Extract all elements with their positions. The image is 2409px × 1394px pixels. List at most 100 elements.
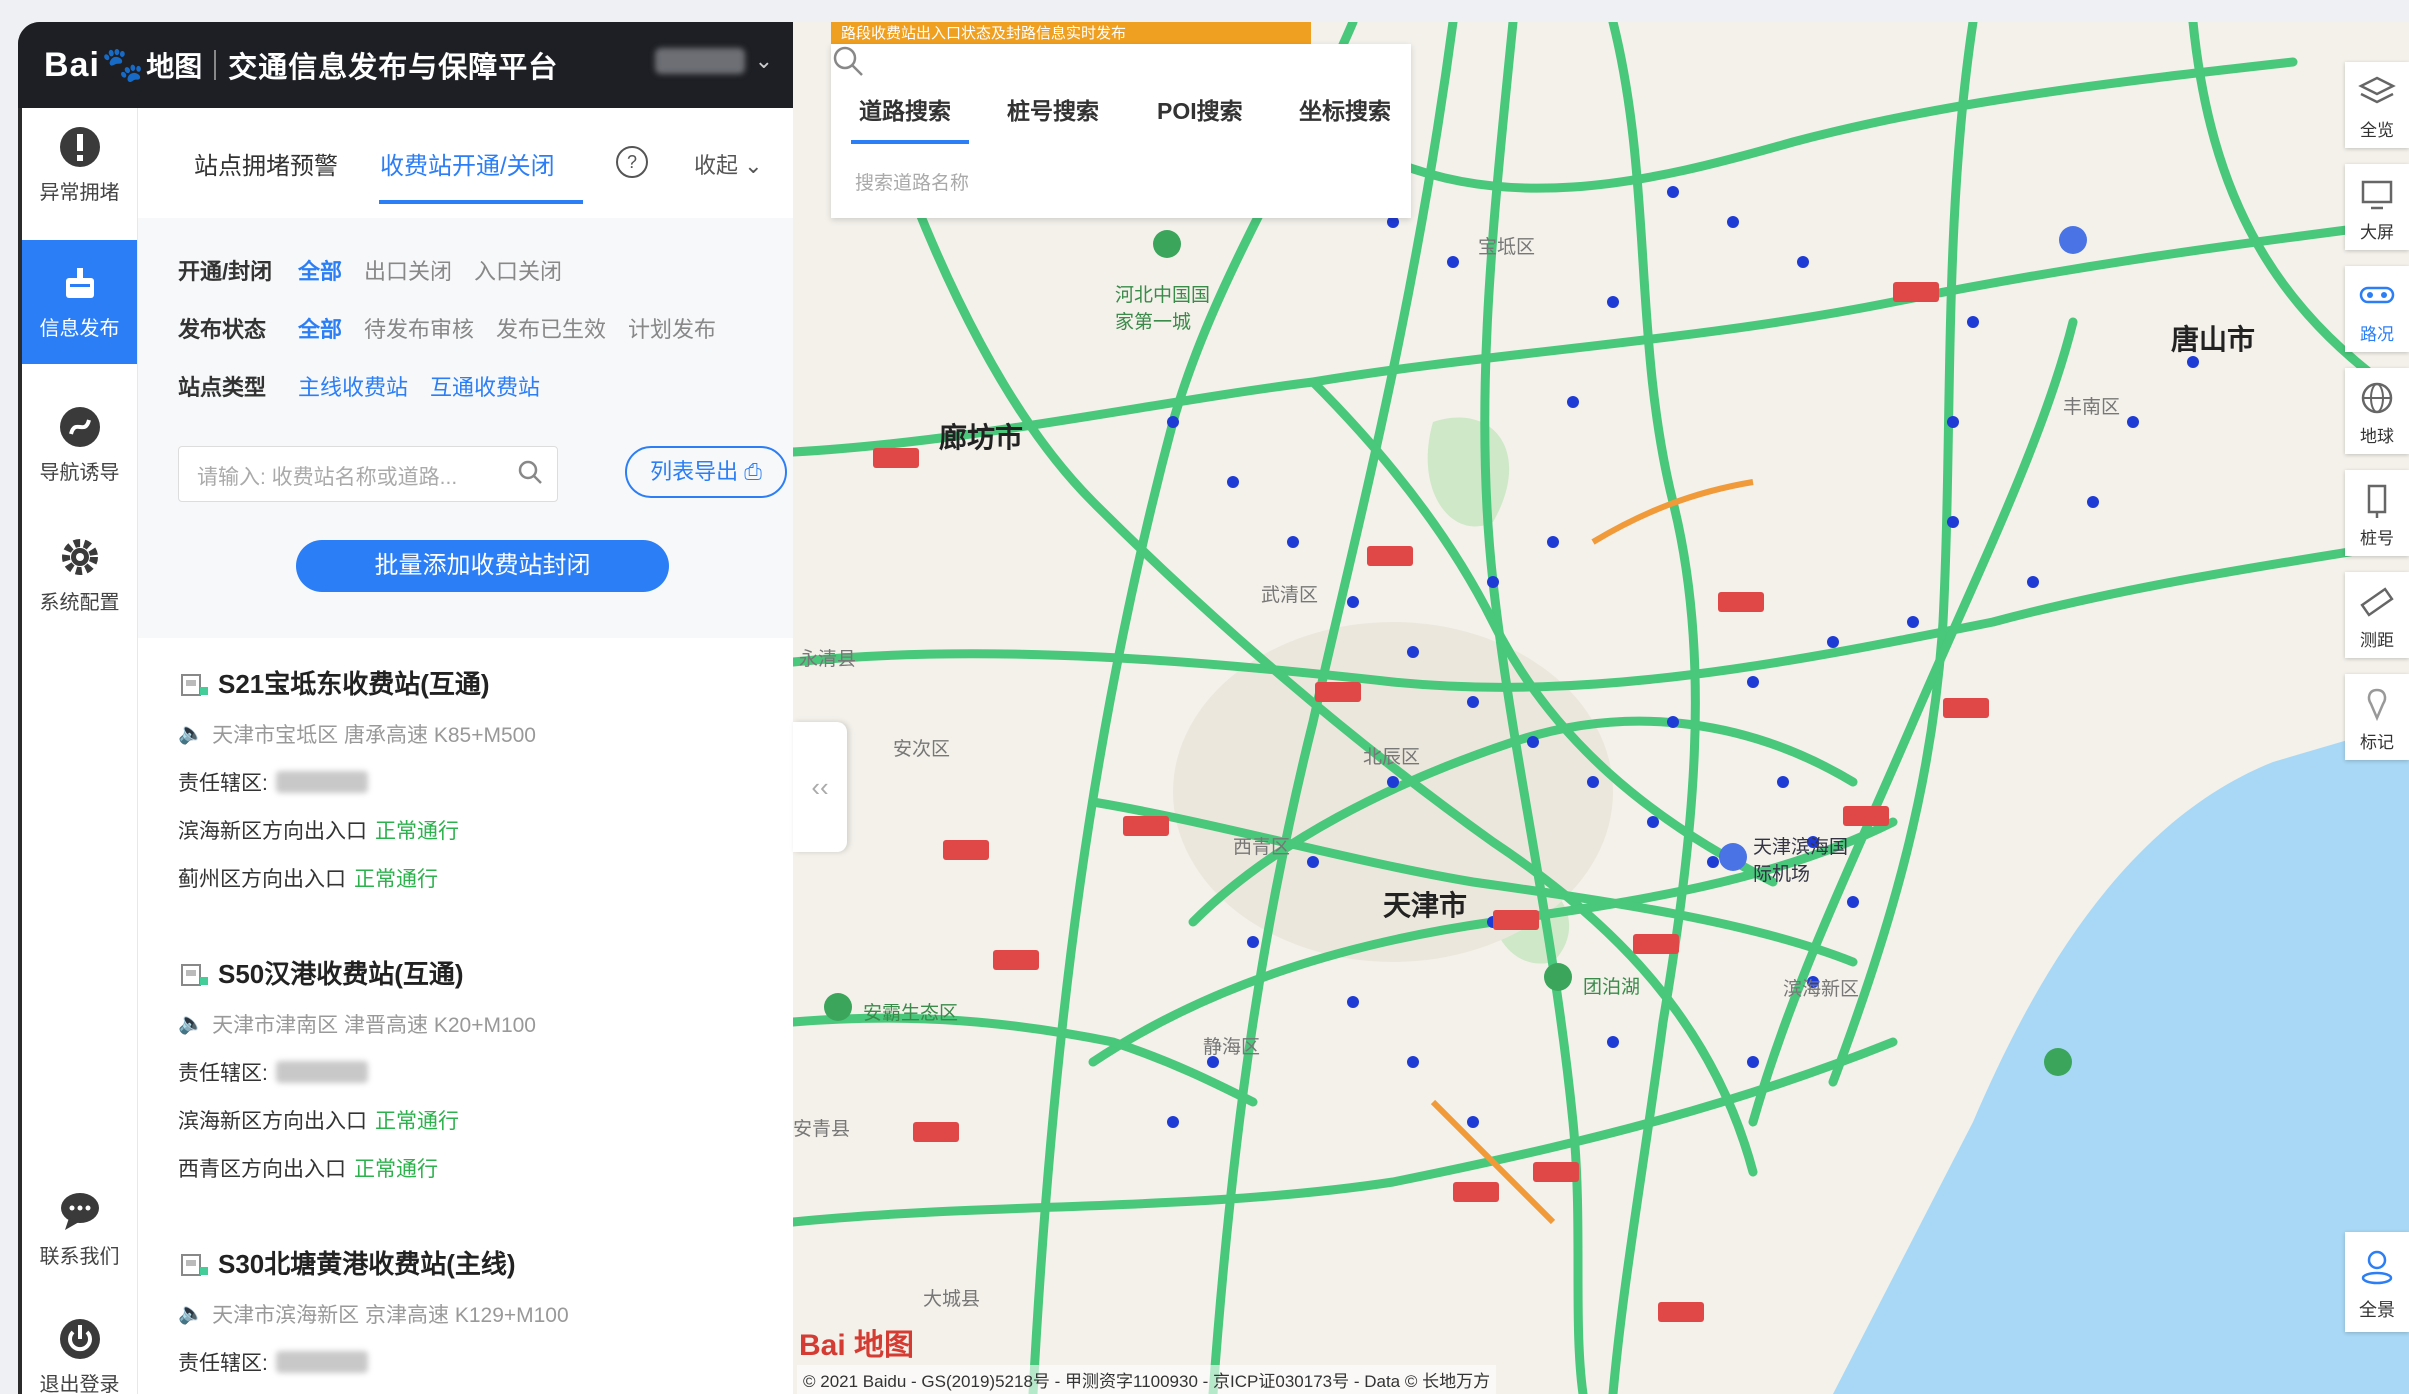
map-tab-poi[interactable]: POI搜索 bbox=[1157, 92, 1243, 126]
route-shield bbox=[1843, 806, 1889, 826]
station-name: S50汉港收费站(互通) bbox=[218, 959, 464, 989]
tab-toll-open-close[interactable]: 收费站开通/关闭 bbox=[380, 146, 555, 181]
rail-item-contact[interactable]: 联系我们 bbox=[22, 1172, 137, 1290]
baidu-logo[interactable]: Bai bbox=[44, 46, 100, 85]
monitor-point bbox=[1587, 776, 1599, 788]
map-logo: Bai 地图 bbox=[799, 1329, 915, 1362]
monitor-point bbox=[1797, 256, 1809, 268]
resp-label: 责任辖区: bbox=[178, 772, 268, 795]
monitor-point bbox=[1607, 296, 1619, 308]
monitor-point bbox=[1167, 416, 1179, 428]
station-location: 🔈 天津市滨海新区 京津高速 K129+M100 bbox=[178, 1299, 778, 1329]
filter-option[interactable]: 发布已生效 bbox=[496, 312, 606, 344]
monitor-point bbox=[1307, 856, 1319, 868]
monitor-point bbox=[1347, 996, 1359, 1008]
side-rail: 异常拥堵 信息发布 导航诱导 系统配置 联系我们 退出登录 bbox=[22, 108, 138, 1394]
route-shield bbox=[1493, 910, 1539, 930]
status-badge: 正常通行 bbox=[354, 868, 438, 891]
help-icon[interactable]: ? bbox=[616, 146, 648, 178]
route-shield bbox=[1533, 1162, 1579, 1182]
panel-tabs: 站点拥堵预警 收费站开通/关闭 ? 收起 ⌄ bbox=[138, 108, 793, 219]
rail-item-navigation[interactable]: 导航诱导 bbox=[22, 388, 137, 506]
route-shield bbox=[1943, 698, 1989, 718]
export-list-button[interactable]: 列表导出 ⎙ bbox=[625, 446, 787, 498]
filter-option[interactable]: 互通收费站 bbox=[430, 370, 540, 402]
tool-traffic[interactable]: 路况 bbox=[2345, 266, 2409, 352]
map-canvas[interactable] bbox=[793, 22, 2409, 1394]
filter-option[interactable]: 入口关闭 bbox=[474, 254, 562, 286]
rail-item-settings[interactable]: 系统配置 bbox=[22, 518, 137, 636]
tool-globe[interactable]: 地球 bbox=[2345, 368, 2409, 454]
city-label: 唐山市 bbox=[2171, 324, 2256, 355]
tab-congestion-warning[interactable]: 站点拥堵预警 bbox=[194, 146, 338, 181]
notice-banner[interactable]: 路段收费站出入口状态及封路信息实时发布 bbox=[831, 22, 1311, 46]
rail-item-anomaly[interactable]: 异常拥堵 bbox=[22, 108, 137, 226]
tool-mark[interactable]: 标记 bbox=[2345, 674, 2409, 760]
monitor-point bbox=[1777, 776, 1789, 788]
map-tab-coordinate[interactable]: 坐标搜索 bbox=[1299, 92, 1391, 126]
monitor-point bbox=[1287, 536, 1299, 548]
location-text: 天津市宝坻区 唐承高速 K85+M500 bbox=[212, 724, 536, 747]
filter-option[interactable]: 全部 bbox=[298, 254, 342, 286]
search-icon[interactable] bbox=[517, 459, 543, 485]
poi-pin[interactable] bbox=[824, 993, 852, 1021]
poi-pin[interactable] bbox=[1153, 230, 1181, 258]
map-tab-stake[interactable]: 桩号搜索 bbox=[1007, 92, 1099, 126]
monitor-point bbox=[1947, 416, 1959, 428]
map-view[interactable]: 廊坊市 唐山市 天津市 宝坻区 武清区 北辰区 西青区 滨海新区 静海区 永清县… bbox=[793, 22, 2409, 1394]
app-title: 交通信息发布与保障平台 bbox=[228, 52, 559, 84]
responsible-area: 责任辖区: bbox=[178, 1347, 778, 1377]
sea-area bbox=[1833, 722, 2409, 1394]
app-window: Bai 🐾 地图 交通信息发布与保障平台 ⌄ 异常拥堵 信息发布 导航诱导 系统… bbox=[18, 22, 2409, 1394]
search-icon[interactable] bbox=[831, 44, 865, 78]
poi-pin[interactable] bbox=[2044, 1048, 2072, 1076]
monitor-point bbox=[1407, 646, 1419, 658]
monitor-point bbox=[1527, 736, 1539, 748]
monitor-point bbox=[1667, 186, 1679, 198]
batch-add-closure-button[interactable]: 批量添加收费站封闭 bbox=[296, 540, 669, 592]
ruler-icon bbox=[2360, 587, 2394, 617]
town-label: 武清区 bbox=[1261, 585, 1319, 606]
resp-value-blurred bbox=[275, 1351, 368, 1373]
filter-option[interactable]: 待发布审核 bbox=[364, 312, 474, 344]
poi-pin[interactable] bbox=[2059, 226, 2087, 254]
panorama-button[interactable]: 全景 bbox=[2345, 1232, 2409, 1332]
filter-option[interactable]: 计划发布 bbox=[628, 312, 716, 344]
station-name: S21宝坻东收费站(互通) bbox=[218, 669, 490, 699]
filter-option[interactable]: 全部 bbox=[298, 312, 342, 344]
rail-item-publish[interactable]: 信息发布 bbox=[22, 240, 137, 364]
tool-bigscreen[interactable]: 大屏 bbox=[2345, 164, 2409, 250]
rail-item-logout[interactable]: 退出登录 bbox=[22, 1304, 137, 1394]
station-search-input[interactable]: 请输入: 收费站名称或道路... bbox=[178, 446, 558, 502]
pin-icon bbox=[2367, 688, 2387, 722]
collapse-button[interactable]: 收起 ⌄ bbox=[694, 148, 763, 180]
station-card[interactable]: S30北塘黄港收费站(主线) 🔈 天津市滨海新区 京津高速 K129+M100 … bbox=[178, 1244, 778, 1377]
route-shield bbox=[993, 950, 1039, 970]
tool-measure[interactable]: 测距 bbox=[2345, 572, 2409, 658]
map-search-input[interactable]: 搜索道路名称 bbox=[855, 168, 969, 195]
collapse-label: 收起 bbox=[694, 153, 739, 178]
tool-overview[interactable]: 全览 bbox=[2345, 62, 2409, 148]
city-label: 廊坊市 bbox=[939, 422, 1024, 453]
station-title: S50汉港收费站(互通) bbox=[178, 954, 778, 991]
panel-collapse-handle[interactable]: ‹‹ bbox=[793, 722, 847, 852]
airport-pin[interactable] bbox=[1719, 843, 1747, 871]
user-menu[interactable]: ⌄ bbox=[654, 48, 773, 74]
tool-stake[interactable]: 桩号 bbox=[2345, 470, 2409, 556]
toll-station-icon bbox=[181, 673, 208, 696]
station-card[interactable]: S21宝坻东收费站(互通) 🔈 天津市宝坻区 唐承高速 K85+M500 责任辖… bbox=[178, 664, 778, 893]
route-shield bbox=[1315, 682, 1361, 702]
monitor-point bbox=[1727, 216, 1739, 228]
filter-option[interactable]: 主线收费站 bbox=[298, 370, 408, 402]
direction-label: 滨海新区方向出入口 bbox=[178, 1110, 367, 1133]
station-card[interactable]: S50汉港收费站(互通) 🔈 天津市津南区 津晋高速 K20+M100 责任辖区… bbox=[178, 954, 778, 1183]
town-label: 大城县 bbox=[923, 1289, 981, 1310]
poi-pin[interactable] bbox=[1544, 963, 1572, 991]
map-tab-road[interactable]: 道路搜索 bbox=[859, 92, 951, 126]
layers-icon bbox=[2358, 76, 2396, 104]
route-shield bbox=[1633, 934, 1679, 954]
filter-option[interactable]: 出口关闭 bbox=[364, 254, 452, 286]
monitor-point bbox=[1467, 696, 1479, 708]
search-placeholder: 请输入: 收费站名称或道路... bbox=[197, 466, 458, 489]
resp-label: 责任辖区: bbox=[178, 1352, 268, 1375]
